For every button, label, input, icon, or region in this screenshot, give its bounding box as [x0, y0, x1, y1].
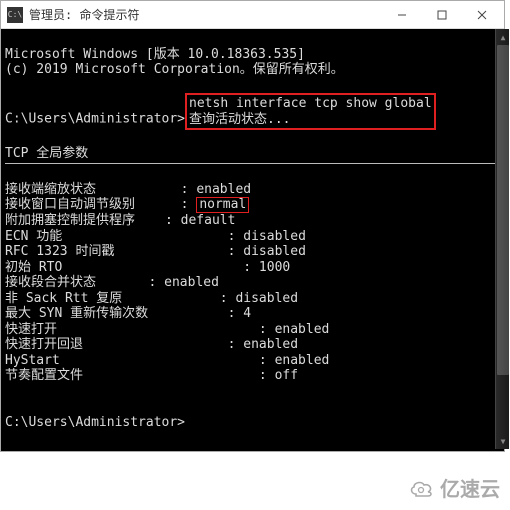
banner-line: Microsoft Windows [版本 10.0.18363.535] [5, 47, 305, 62]
param-label: 节奏配置文件 [5, 368, 165, 384]
close-button[interactable] [462, 1, 502, 29]
param-label: 接收窗口自动调节级别 [5, 197, 165, 213]
command-text: netsh interface tcp show global [189, 96, 432, 111]
scroll-up-icon[interactable]: ▲ [496, 29, 510, 45]
param-label: HyStart [5, 353, 165, 369]
watermark: 亿速云 [408, 473, 500, 502]
maximize-button[interactable] [422, 1, 462, 29]
param-value: enabled [164, 275, 219, 290]
param-label: 快速打开 [5, 322, 165, 338]
param-value: default [181, 213, 236, 228]
param-value: off [275, 368, 298, 383]
scroll-down-icon[interactable]: ▼ [496, 433, 510, 449]
watermark-text: 亿速云 [440, 473, 500, 502]
param-value: enabled [196, 182, 251, 197]
param-label: 接收段合并状态 [5, 275, 125, 291]
param-label: 最大 SYN 重新传输次数 [5, 306, 165, 322]
param-label: 附加拥塞控制提供程序 [5, 213, 165, 229]
window-title: 管理员: 命令提示符 [29, 6, 382, 23]
prompt-path: C:\Users\Administrator> [5, 112, 185, 127]
prompt-path: C:\Users\Administrator> [5, 415, 185, 430]
param-value: disabled [243, 229, 306, 244]
param-label: 非 Sack Rtt 复原 [5, 291, 165, 307]
param-value: 4 [243, 306, 251, 321]
param-value: enabled [275, 322, 330, 337]
vertical-scrollbar[interactable]: ▲ ▼ [495, 29, 509, 449]
param-label: 快速打开回退 [5, 337, 165, 353]
param-value: 1000 [259, 260, 290, 275]
param-value: disabled [235, 291, 298, 306]
banner-line: (c) 2019 Microsoft Corporation。保留所有权利。 [5, 62, 344, 77]
param-value-highlight: normal [196, 197, 249, 213]
console-area[interactable]: Microsoft Windows [版本 10.0.18363.535] (c… [1, 29, 504, 451]
scrollbar-thumb[interactable] [497, 45, 509, 375]
titlebar[interactable]: C:\ 管理员: 命令提示符 [1, 1, 504, 29]
status-line: 查询活动状态... [189, 112, 290, 127]
window-controls [382, 1, 502, 29]
minimize-button[interactable] [382, 1, 422, 29]
section-header: TCP 全局参数 [5, 146, 88, 161]
param-value: enabled [275, 353, 330, 368]
cmd-window: C:\ 管理员: 命令提示符 Microsoft Windows [版本 10.… [0, 0, 505, 452]
cloud-icon [408, 478, 436, 498]
param-value: enabled [243, 337, 298, 352]
divider-line [5, 163, 500, 164]
param-label: 接收端缩放状态 [5, 182, 165, 198]
param-label: 初始 RTO [5, 260, 165, 276]
param-label: RFC 1323 时间戳 [5, 244, 165, 260]
param-label: ECN 功能 [5, 229, 165, 245]
cmd-icon: C:\ [7, 7, 23, 23]
param-value: disabled [243, 244, 306, 259]
